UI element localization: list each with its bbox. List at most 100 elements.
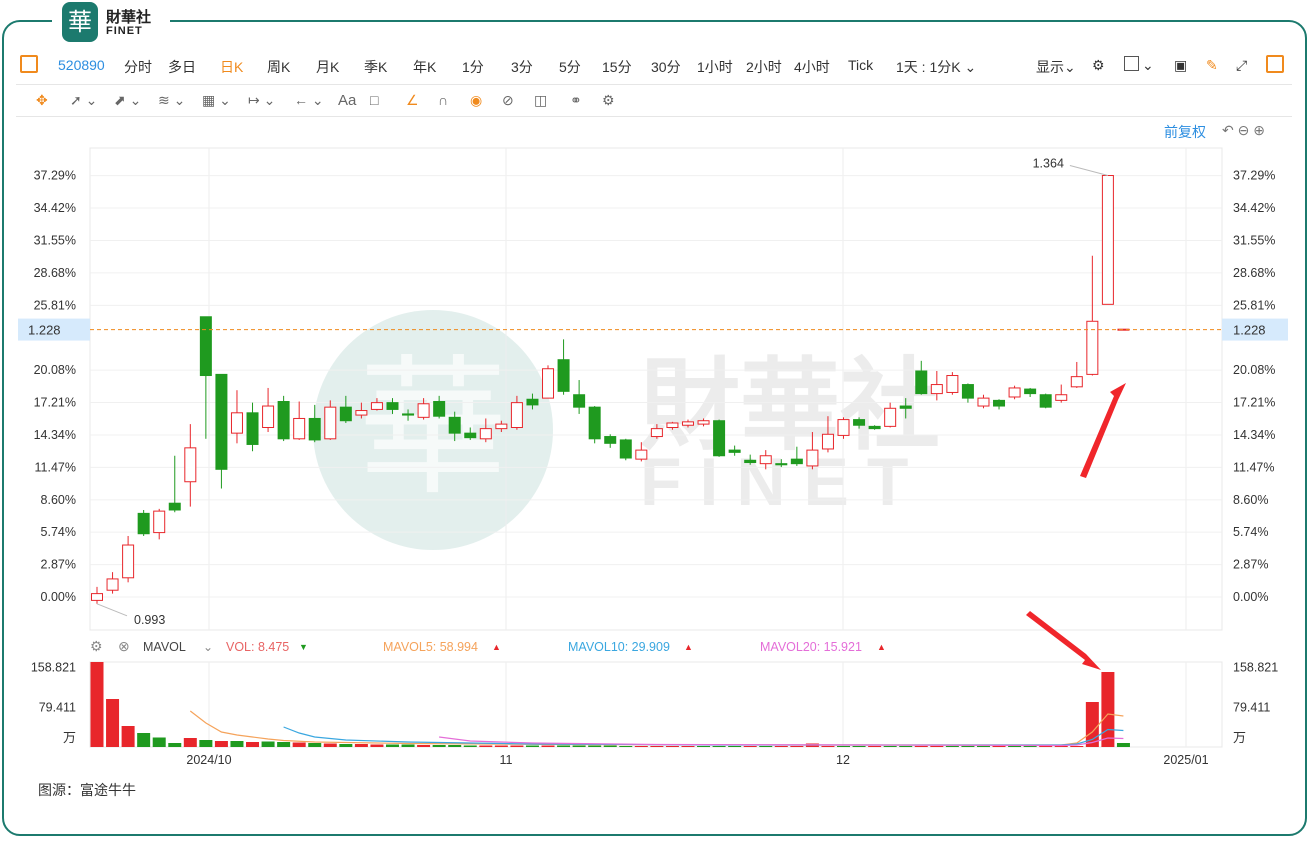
y-tick-label-right: 0.00% <box>1233 590 1268 604</box>
volume-bar <box>572 745 586 747</box>
volume-bar <box>1101 672 1115 747</box>
y-tick-label-right: 20.08% <box>1233 363 1275 377</box>
mavol5-value: MAVOL5: 58.994 <box>383 640 478 654</box>
candle-body <box>246 412 259 445</box>
candle <box>1086 255 1099 376</box>
candle <box>868 425 881 430</box>
candle <box>993 399 1006 410</box>
candle-body <box>386 402 399 410</box>
candle-body <box>619 439 632 459</box>
candle-body <box>1055 394 1068 401</box>
candle-body <box>153 510 166 534</box>
mavol5-line <box>189 710 1124 746</box>
volume-bar <box>603 745 617 747</box>
watermark-en: FINET <box>640 444 926 520</box>
volume-bar <box>1070 746 1084 747</box>
candle <box>246 402 259 452</box>
volume-bar <box>432 745 446 747</box>
candle-body <box>650 428 663 438</box>
candle-body <box>946 375 959 393</box>
mavol20-value: MAVOL20: 15.921 <box>760 640 862 654</box>
volume-bar <box>168 743 182 747</box>
candle <box>557 339 570 395</box>
candle-body <box>308 417 321 441</box>
y-tick-label-right: 14.34% <box>1233 428 1275 442</box>
y-tick-label-right: 17.21% <box>1233 396 1275 410</box>
mavol10-value: MAVOL10: 29.909 <box>568 640 670 654</box>
volume-bar <box>665 746 679 747</box>
y-tick-label-right: 34.42% <box>1233 201 1275 215</box>
candle-body <box>122 544 135 579</box>
volume-bar <box>790 746 804 747</box>
y-tick-label-left: 28.68% <box>34 266 76 280</box>
volume-bar <box>323 743 337 747</box>
volume-indicator-name: MAVOL <box>143 640 186 654</box>
candle-body <box>806 449 819 467</box>
candle-body <box>215 373 228 470</box>
candle-body <box>402 413 415 416</box>
candle-body <box>495 423 508 430</box>
volume-bar <box>121 726 135 747</box>
candle-body <box>479 428 492 440</box>
volume-bar <box>370 744 384 747</box>
volume-bar <box>246 742 260 747</box>
candles <box>91 175 1130 604</box>
volume-bar <box>821 746 835 747</box>
volume-bar <box>292 742 306 747</box>
red-arrow-icon <box>1026 611 1101 670</box>
candle-body <box>262 405 275 428</box>
y-tick-label-left: 20.08% <box>34 363 76 377</box>
candle-body <box>681 421 694 426</box>
candle <box>604 434 617 448</box>
kline-chart: 華 財華社 FINET 37.29% 37.29%34.42% 34.42%31.5… <box>18 147 1288 767</box>
high-marker-line <box>1069 165 1109 176</box>
y-tick-label-right: 31.55% <box>1233 233 1275 247</box>
volume-bar <box>214 741 228 747</box>
volume-bar <box>1054 746 1068 747</box>
volume-bar <box>261 741 275 747</box>
volume-bar <box>743 746 757 747</box>
candle <box>1024 387 1037 397</box>
candle-body <box>1024 388 1037 395</box>
settings-icon: ⚙ <box>90 638 103 654</box>
y-tick-label-left: 5.74% <box>41 525 76 539</box>
candle-body <box>790 458 803 465</box>
candle <box>542 365 555 399</box>
y-tick-label-left: 0.00% <box>41 590 76 604</box>
candle <box>91 586 103 604</box>
candle-body <box>837 419 850 436</box>
candle <box>946 372 959 395</box>
candle <box>588 406 601 444</box>
volume-bar <box>837 746 851 747</box>
current-price-label-right: 1.228 <box>1233 323 1266 338</box>
candle <box>837 417 850 439</box>
candle-body <box>199 316 212 377</box>
candle-body <box>744 459 757 464</box>
volume-bar <box>1039 746 1053 747</box>
candle-body <box>697 420 710 425</box>
candle-body <box>526 398 539 406</box>
x-axis: 2024/10 11 12 2025/01 <box>186 753 1208 767</box>
volume-bar <box>914 746 928 747</box>
y-tick-label-right: 2.87% <box>1233 558 1268 572</box>
volume-bar <box>681 746 695 747</box>
volume-bar <box>448 745 462 747</box>
candle-body <box>1101 175 1114 305</box>
volume-bar <box>1023 746 1037 747</box>
y-tick-label-right: 5.74% <box>1233 525 1268 539</box>
volume-bar <box>510 745 524 747</box>
volume-bar <box>774 746 788 747</box>
candle-body <box>977 397 990 407</box>
volume-bar <box>199 740 213 747</box>
volume-bar <box>899 746 913 747</box>
candle-body <box>91 593 103 601</box>
volume-bar <box>417 745 431 747</box>
candle <box>1070 361 1083 388</box>
candle-body <box>573 394 586 408</box>
volume-bar <box>183 738 197 747</box>
volume-bar <box>230 741 244 747</box>
volume-bar <box>1116 743 1130 747</box>
volume-bar <box>152 737 166 747</box>
volume-bar <box>619 746 633 747</box>
chevron-down-icon: ⌄ <box>203 640 213 654</box>
